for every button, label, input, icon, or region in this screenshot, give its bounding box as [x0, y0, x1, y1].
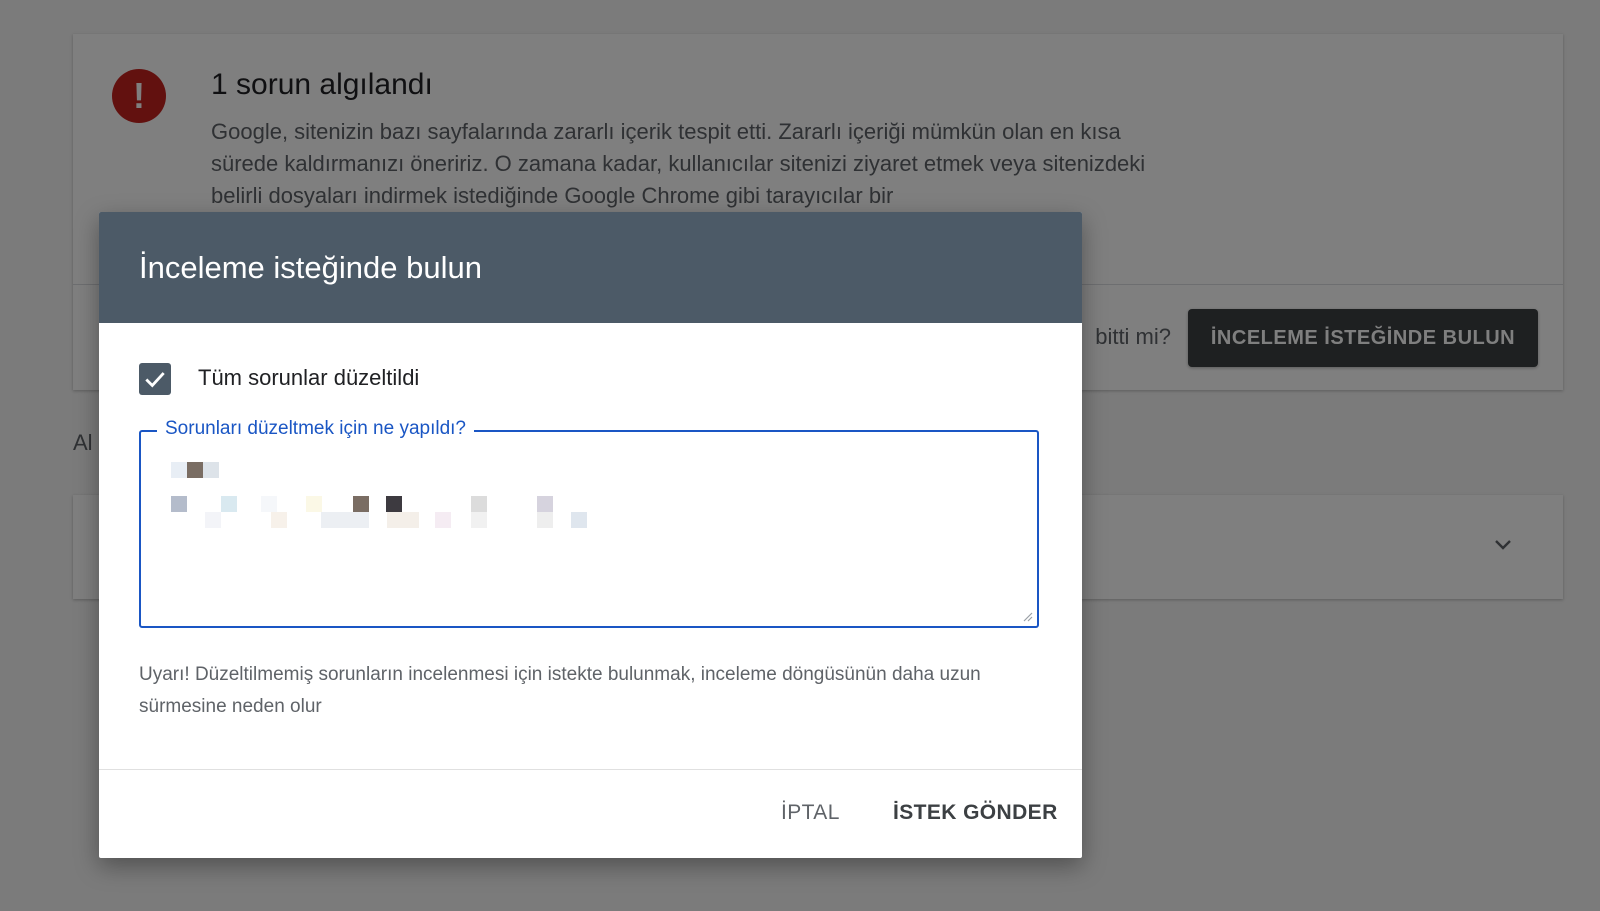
request-review-dialog: İnceleme isteğinde bulun Tüm sorunlar dü…	[99, 212, 1082, 858]
check-icon	[145, 372, 165, 388]
cancel-button[interactable]: İPTAL	[777, 795, 844, 831]
resize-handle-icon[interactable]	[1021, 610, 1033, 622]
checkbox-label[interactable]: Tüm sorunlar düzeltildi	[198, 365, 419, 391]
fix-description-field[interactable]: Sorunları düzeltmek için ne yapıldı?	[139, 418, 1039, 628]
dialog-title: İnceleme isteğinde bulun	[139, 250, 482, 285]
all-issues-fixed-checkbox[interactable]	[139, 363, 171, 395]
submit-request-button[interactable]: İSTEK GÖNDER	[889, 795, 1062, 831]
dialog-footer-divider	[99, 769, 1082, 770]
field-label: Sorunları düzeltmek için ne yapıldı?	[157, 418, 474, 440]
warning-text: Uyarı! Düzeltilmemiş sorunların incelenm…	[139, 664, 981, 717]
dialog-header: İnceleme isteğinde bulun	[99, 212, 1082, 323]
redacted-text	[171, 462, 631, 532]
